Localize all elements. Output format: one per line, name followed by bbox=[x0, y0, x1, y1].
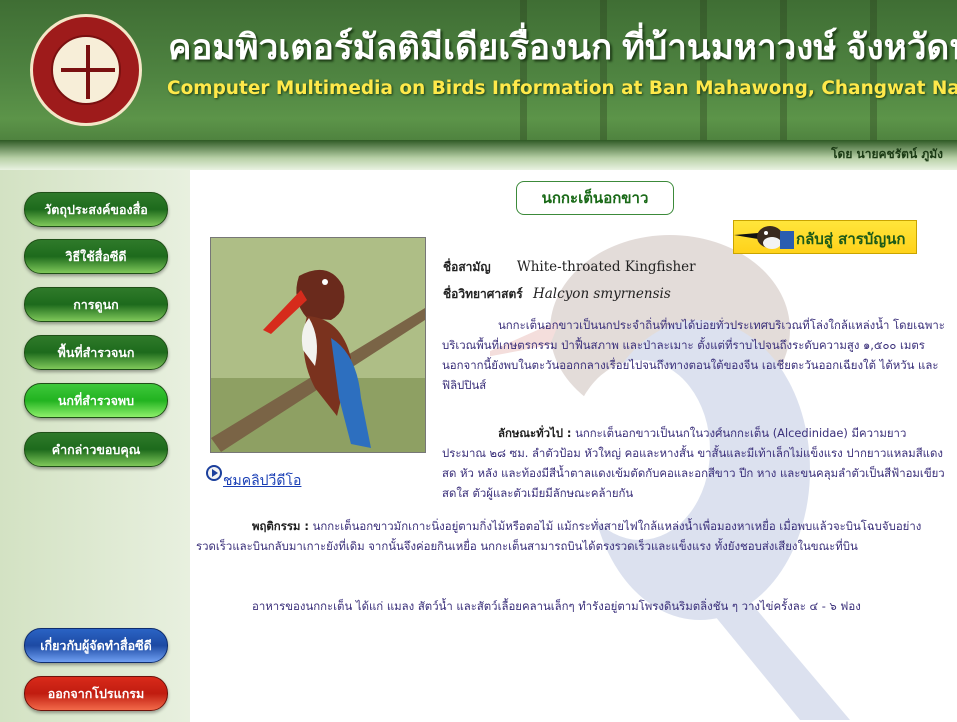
kingfisher-illustration bbox=[211, 238, 425, 452]
behavior-paragraph: พฤติกรรม : นกกะเต็นอกขาวมักเกาะนิ่งอยู่ต… bbox=[196, 516, 948, 556]
university-logo bbox=[30, 14, 142, 126]
features-paragraph: ลักษณะทั่วไป : นกกะเต็นอกขาวเป็นนกในวงศ์… bbox=[442, 423, 947, 503]
features-label: ลักษณะทั่วไป : bbox=[498, 426, 572, 440]
site-title-english: Computer Multimedia on Birds Information… bbox=[167, 78, 957, 99]
sidebar-item-acknowledgements[interactable]: คำกล่าวขอบคุณ bbox=[24, 432, 168, 467]
sidebar-item-birds-found[interactable]: นกที่สำรวจพบ bbox=[24, 383, 168, 418]
sidebar-item-birdwatching[interactable]: การดูนก bbox=[24, 287, 168, 322]
kingfisher-icon bbox=[734, 226, 794, 249]
site-title-thai: คอมพิวเตอร์มัลติมีเดียเรื่องนก ที่บ้านมห… bbox=[168, 28, 957, 67]
scientific-name-label: ชื่อวิทยาศาสตร์ bbox=[443, 287, 523, 301]
sidebar: วัตถุประสงค์ของสื่อ วิธีใช้สื่อซีดี การด… bbox=[0, 170, 190, 722]
logo-emblem bbox=[51, 35, 121, 105]
back-button-label: กลับสู่ สารบัญนก bbox=[796, 230, 906, 248]
sidebar-item-objectives[interactable]: วัตถุประสงค์ของสื่อ bbox=[24, 192, 168, 227]
main-content: นกกะเต็นอกขาว กลับสู่ สารบัญนก ชมคลิปวีด… bbox=[190, 170, 957, 722]
video-clip-link[interactable]: ชมคลิปวีดีโอ bbox=[223, 470, 301, 492]
play-video-icon[interactable] bbox=[204, 462, 224, 484]
sidebar-item-about-authors[interactable]: เกี่ยวกับผู้จัดทำสื่อซีดี bbox=[24, 628, 168, 663]
author-byline: โดย นายคชรัตน์ ภูมัง bbox=[831, 147, 943, 161]
common-name-row: ชื่อสามัญ White-throated Kingfisher bbox=[443, 258, 696, 277]
behavior-label: พฤติกรรม : bbox=[252, 519, 309, 533]
food-paragraph: อาหารของนกกะเต็น ได้แก่ แมลง สัตว์น้ำ แล… bbox=[252, 599, 861, 613]
common-name-label: ชื่อสามัญ bbox=[443, 260, 491, 274]
scientific-name-row: ชื่อวิทยาศาสตร์ Halcyon smyrnensis bbox=[443, 285, 671, 304]
exit-program-button[interactable]: ออกจากโปรแกรม bbox=[24, 676, 168, 711]
common-name-value: White-throated Kingfisher bbox=[516, 259, 696, 275]
bird-photo bbox=[210, 237, 426, 453]
header-band bbox=[0, 140, 957, 170]
site-header: คอมพิวเตอร์มัลติมีเดียเรื่องนก ที่บ้านมห… bbox=[0, 0, 957, 170]
scientific-name-value: Halcyon smyrnensis bbox=[532, 286, 671, 302]
page-title: นกกะเต็นอกขาว bbox=[516, 181, 674, 215]
sidebar-item-survey-area[interactable]: พื้นที่สำรวจนก bbox=[24, 335, 168, 370]
sidebar-item-how-to-use[interactable]: วิธีใช้สื่อซีดี bbox=[24, 239, 168, 274]
intro-paragraph: นกกะเต็นอกขาวเป็นนกประจำถิ่นที่พบได้บ่อย… bbox=[442, 318, 945, 392]
back-to-bird-index-button[interactable]: กลับสู่ สารบัญนก bbox=[733, 220, 917, 254]
